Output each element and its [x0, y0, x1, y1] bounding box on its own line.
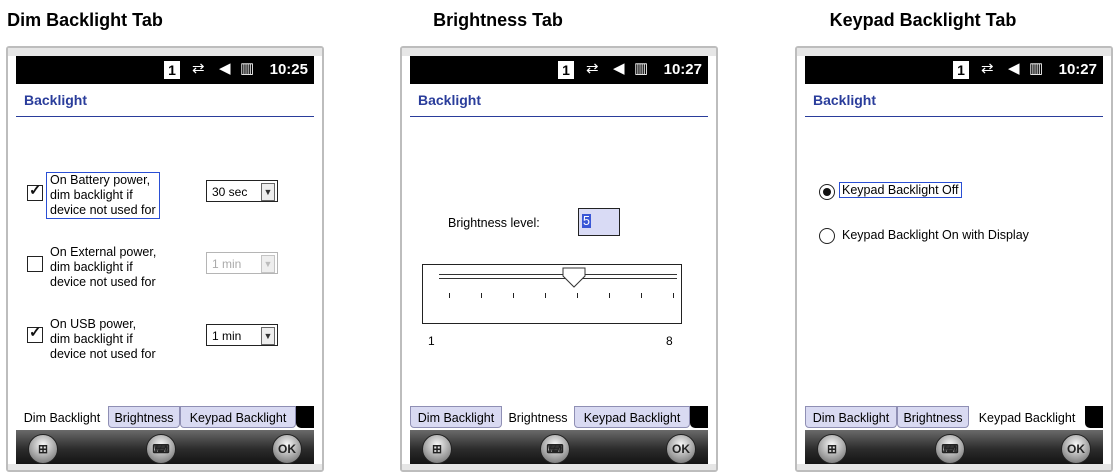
dropdown-arrow-icon[interactable]: ▼	[261, 327, 275, 345]
title-divider	[16, 116, 314, 117]
tab-brightness[interactable]: Brightness	[108, 406, 180, 428]
backlight-screen: Backlight Brightness level: 5 1 8 Dim Ba…	[410, 84, 708, 468]
soft-key-bar: ⊞ ⌨ OK	[16, 430, 314, 468]
ok-button[interactable]: OK	[272, 434, 302, 464]
start-button[interactable]: ⊞	[422, 434, 452, 464]
ok-button[interactable]: OK	[1061, 434, 1091, 464]
page-title: Backlight	[24, 92, 88, 108]
slider-tick	[673, 293, 674, 298]
battery-checkbox[interactable]: ✓	[27, 182, 43, 201]
backlight-screen: Backlight ✓ On Battery power, dim backli…	[16, 84, 314, 468]
device-dim-backlight: 1 ⇄ ◀ ▥ 10:25 Backlight ✓ On Battery pow…	[6, 46, 324, 472]
sim-indicator: 1	[953, 61, 969, 79]
caption-brightness-tab: Brightness Tab	[433, 10, 563, 30]
slider-max-label: 8	[666, 334, 673, 348]
slider-tick	[449, 293, 450, 298]
battery-icon[interactable]: ▥	[240, 60, 254, 78]
clock[interactable]: 10:25	[270, 61, 308, 78]
start-button[interactable]: ⊞	[817, 434, 847, 464]
page-title: Backlight	[418, 92, 482, 108]
slider-thumb[interactable]	[562, 267, 586, 289]
brightness-level-field[interactable]: 5	[578, 208, 620, 236]
sim-indicator: 1	[558, 61, 574, 79]
battery-icon[interactable]: ▥	[634, 60, 648, 78]
brightness-slider[interactable]	[422, 264, 682, 324]
battery-label: On Battery power, dim backlight if devic…	[46, 172, 160, 219]
slider-tick	[545, 293, 546, 298]
slider-tick	[609, 293, 610, 298]
slider-tick	[641, 293, 642, 298]
check-mark-icon: ✓	[29, 324, 42, 341]
sim-indicator: 1	[164, 61, 180, 79]
usb-timeout-value: 1 min	[212, 329, 242, 343]
dropdown-arrow-icon[interactable]: ▼	[261, 183, 275, 201]
usb-timeout-select[interactable]: 1 min ▼	[206, 324, 278, 346]
dropdown-arrow-icon[interactable]: ▼	[261, 255, 275, 273]
slider-tick	[481, 293, 482, 298]
external-timeout-select[interactable]: 1 min ▼	[206, 252, 278, 274]
title-divider	[805, 116, 1103, 117]
keypad-backlight-on-label[interactable]: Keypad Backlight On with Display	[842, 228, 1029, 242]
status-bar: 1 ⇄ ◀ ▥ 10:27	[410, 56, 708, 84]
status-bar: 1 ⇄ ◀ ▥ 10:25	[16, 56, 314, 84]
slider-tick	[513, 293, 514, 298]
tab-keypad-backlight[interactable]: Keypad Backlight	[574, 406, 690, 428]
brightness-level-value: 5	[582, 214, 591, 228]
keypad-backlight-on-radio[interactable]	[819, 228, 835, 244]
clock[interactable]: 10:27	[1059, 61, 1097, 78]
volume-icon[interactable]: ◀	[219, 60, 231, 78]
connectivity-icon[interactable]: ⇄	[981, 60, 994, 78]
battery-timeout-select[interactable]: 30 sec ▼	[206, 180, 278, 202]
connectivity-icon[interactable]: ⇄	[192, 60, 205, 78]
start-button[interactable]: ⊞	[28, 434, 58, 464]
volume-icon[interactable]: ◀	[613, 60, 625, 78]
keypad-backlight-off-label[interactable]: Keypad Backlight Off	[839, 182, 962, 198]
external-checkbox[interactable]	[27, 256, 43, 272]
tab-dim-backlight[interactable]: Dim Backlight	[410, 406, 502, 428]
tab-strip: Dim Backlight Brightness Keypad Backligh…	[410, 406, 708, 430]
tab-strip-end	[296, 406, 314, 428]
tab-strip-end	[690, 406, 708, 428]
tab-strip: Dim Backlight Brightness Keypad Backligh…	[16, 406, 314, 430]
backlight-screen: Backlight Keypad Backlight Off Keypad Ba…	[805, 84, 1103, 468]
tab-dim-backlight[interactable]: Dim Backlight	[805, 406, 897, 428]
soft-key-bar: ⊞ ⌨ OK	[410, 430, 708, 468]
usb-checkbox[interactable]: ✓	[27, 324, 43, 343]
status-bar: 1 ⇄ ◀ ▥ 10:27	[805, 56, 1103, 84]
caption-keypad-backlight-tab: Keypad Backlight Tab	[829, 10, 1017, 30]
keyboard-button[interactable]: ⌨	[540, 434, 570, 464]
ok-button[interactable]: OK	[666, 434, 696, 464]
page-title: Backlight	[813, 92, 877, 108]
radio-selected-dot	[823, 188, 831, 196]
connectivity-icon[interactable]: ⇄	[586, 60, 599, 78]
slider-track	[439, 274, 677, 279]
tab-dim-backlight[interactable]: Dim Backlight	[16, 406, 108, 428]
battery-icon[interactable]: ▥	[1029, 60, 1043, 78]
clock[interactable]: 10:27	[664, 61, 702, 78]
tab-strip: Dim Backlight Brightness Keypad Backligh…	[805, 406, 1103, 430]
battery-timeout-value: 30 sec	[212, 185, 248, 199]
external-timeout-value: 1 min	[212, 257, 242, 271]
usb-label: On USB power, dim backlight if device no…	[50, 317, 156, 361]
keypad-backlight-off-radio[interactable]	[819, 184, 835, 200]
device-keypad-backlight: 1 ⇄ ◀ ▥ 10:27 Backlight Keypad Backlight…	[795, 46, 1113, 472]
external-label: On External power, dim backlight if devi…	[50, 245, 157, 289]
tab-strip-end	[1085, 406, 1103, 428]
title-divider	[410, 116, 708, 117]
check-mark-icon: ✓	[29, 182, 42, 199]
tab-keypad-backlight[interactable]: Keypad Backlight	[180, 406, 296, 428]
slider-min-label: 1	[428, 334, 435, 348]
device-brightness: 1 ⇄ ◀ ▥ 10:27 Backlight Brightness level…	[400, 46, 718, 472]
soft-key-bar: ⊞ ⌨ OK	[805, 430, 1103, 468]
caption-dim-backlight-tab: Dim Backlight Tab	[7, 10, 163, 30]
keyboard-button[interactable]: ⌨	[935, 434, 965, 464]
tab-brightness[interactable]: Brightness	[502, 406, 574, 428]
tab-keypad-backlight[interactable]: Keypad Backlight	[969, 406, 1085, 428]
slider-tick	[577, 293, 578, 298]
tab-brightness[interactable]: Brightness	[897, 406, 969, 428]
volume-icon[interactable]: ◀	[1008, 60, 1020, 78]
brightness-level-label: Brightness level:	[448, 216, 540, 230]
keyboard-button[interactable]: ⌨	[146, 434, 176, 464]
